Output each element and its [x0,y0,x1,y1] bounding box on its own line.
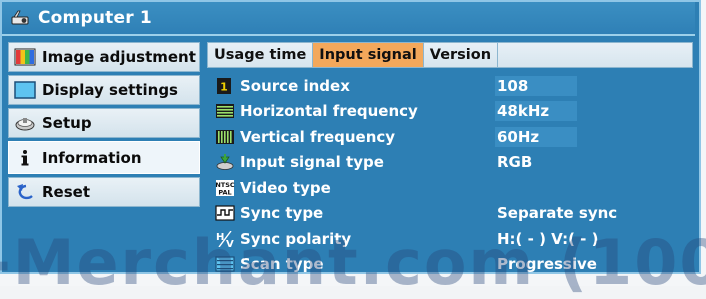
svg-text:PAL: PAL [218,188,231,196]
info-label: Input signal type [240,153,384,172]
info-value: 60Hz [497,127,540,146]
window-title-bar: Computer 1 [2,2,695,36]
info-value: RGB [497,153,533,172]
tab-bar-filler [498,43,692,67]
info-value: 108 [497,76,529,95]
info-value: Progressive [497,255,597,274]
vertical-frequency-icon [216,129,234,144]
window-title: Computer 1 [38,8,152,28]
video-type-icon: NTSC PAL [215,179,235,196]
info-label: Sync type [240,204,324,223]
info-value: Separate sync [497,204,618,223]
sidebar-item-display-settings[interactable]: Display settings [8,75,200,105]
source-index-icon: 1 [217,77,231,94]
info-row-vertical-frequency: Vertical frequency 60Hz [207,124,693,150]
info-list: 1 Source index 108 Horizontal frequency … [207,73,693,277]
info-label: Horizontal frequency [240,102,418,121]
info-label: Vertical frequency [240,127,396,146]
tab-input-signal[interactable]: Input signal [313,43,424,67]
screen: Computer 1 Image adjustment Display sett… [0,0,706,299]
sidebar-item-setup[interactable]: Setup [8,108,200,138]
sidebar-item-information[interactable]: Information [8,141,200,174]
sidebar-item-reset[interactable]: Reset [8,177,200,207]
information-icon [21,149,29,165]
info-row-sync-type: Sync type Separate sync [207,201,693,227]
info-label: Video type [240,178,331,197]
info-row-horizontal-frequency: Horizontal frequency 48kHz [207,99,693,125]
svg-text:V: V [226,239,234,247]
sidebar-item-label: Reset [42,183,90,201]
sync-polarity-icon: H V [216,230,234,247]
info-label: Scan type [240,255,324,274]
horizontal-frequency-icon [216,104,234,119]
info-value: 48kHz [497,102,550,121]
info-row-scan-type: Scan type Progressive [207,252,693,278]
info-value: H:( - ) V:( - ) [497,229,599,248]
sidebar-item-label: Setup [42,114,92,132]
tab-bar: Usage time Input signal Version [207,42,693,68]
info-label: Sync polarity [240,229,352,248]
reset-icon [17,184,33,200]
sidebar-item-label: Image adjustment [42,48,196,66]
info-row-sync-polarity: H V Sync polarity H:( - ) V:( - ) [207,226,693,252]
info-row-input-signal-type: Input signal type RGB [207,150,693,176]
image-adjustment-icon [14,48,36,66]
info-row-video-type: NTSC PAL Video type [207,175,693,201]
sync-type-icon [215,205,235,221]
sidebar-menu: Image adjustment Display settings Setup [8,42,200,210]
sidebar-item-label: Information [42,148,142,167]
setup-icon [15,118,35,131]
info-row-source-index: 1 Source index 108 [207,73,693,99]
tab-usage-time[interactable]: Usage time [208,43,314,67]
svg-text:1: 1 [220,80,228,93]
info-label: Source index [240,76,350,95]
information-panel: Usage time Input signal Version 1 Source… [207,42,693,273]
projector-icon [11,10,29,25]
input-signal-type-icon [216,154,234,171]
display-settings-icon [14,81,36,99]
sidebar-item-image-adjustment[interactable]: Image adjustment [8,42,200,72]
tab-version[interactable]: Version [424,43,499,67]
scan-type-icon [215,256,235,272]
sidebar-item-label: Display settings [42,81,178,99]
